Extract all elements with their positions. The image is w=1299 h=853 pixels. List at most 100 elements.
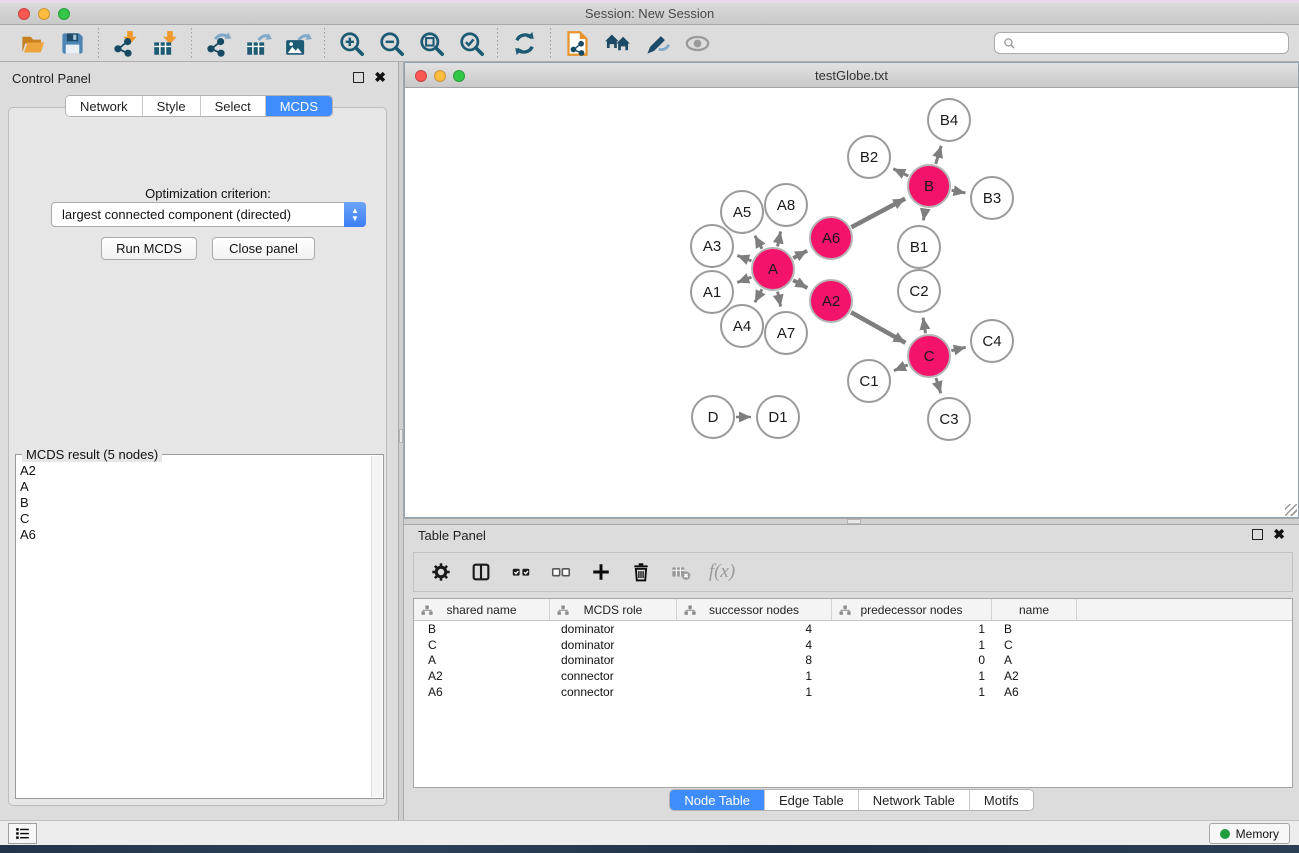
zoom-out-button[interactable] (371, 27, 411, 59)
edge-B-B1[interactable] (923, 209, 925, 221)
table-settings-button[interactable] (424, 556, 458, 588)
node-label-A8: A8 (777, 197, 795, 214)
control-panel-title: Control Panel (12, 71, 91, 86)
export-network-button[interactable] (198, 27, 238, 59)
open-folder-icon (19, 30, 46, 57)
column-visibility-button[interactable] (464, 556, 498, 588)
tab-edge-table[interactable]: Edge Table (765, 790, 859, 810)
edge-A-A8[interactable] (778, 231, 781, 246)
search-input[interactable] (1022, 36, 1280, 50)
function-builder-button: f(x) (704, 556, 738, 588)
zoom-fit-button[interactable] (411, 27, 451, 59)
network-file-icon (564, 30, 591, 57)
edge-C-C1[interactable] (894, 365, 908, 371)
table-cell: 1 (677, 669, 832, 683)
criterion-dropdown[interactable]: largest connected component (directed) ▲… (51, 202, 366, 227)
table-cell: C (414, 638, 550, 652)
result-scrollbar[interactable] (371, 456, 382, 797)
close-panel-icon[interactable]: ✖ (374, 72, 386, 83)
edge-A-A7[interactable] (778, 292, 781, 307)
control-panel: Control Panel ✖ NetworkStyleSelectMCDS O… (0, 62, 398, 820)
table-row[interactable]: A2connector11A2 (414, 668, 1292, 684)
table-row[interactable]: Cdominator41C (414, 637, 1292, 653)
network-window-titlebar[interactable]: testGlobe.txt (405, 63, 1298, 88)
close-table-panel-icon[interactable]: ✖ (1273, 529, 1285, 540)
column-header-successor-nodes[interactable]: successor nodes (677, 599, 832, 620)
result-item[interactable]: A2 (20, 463, 369, 479)
task-history-button[interactable] (8, 823, 37, 844)
deselect-all-button[interactable] (544, 556, 578, 588)
memory-label: Memory (1236, 827, 1279, 841)
node-label-D1: D1 (768, 409, 787, 426)
delete-column-button[interactable] (624, 556, 658, 588)
search-box[interactable] (994, 32, 1289, 54)
tab-network-table[interactable]: Network Table (859, 790, 970, 810)
show-hide-graphics-button[interactable] (677, 27, 717, 59)
column-header-label: MCDS role (584, 603, 643, 617)
edge-A-A2[interactable] (793, 280, 807, 288)
horizontal-split-divider[interactable] (404, 518, 1299, 525)
plus-icon (590, 561, 612, 583)
edge-B-B3[interactable] (952, 190, 966, 193)
optimization-criterion-label: Optimization criterion: (9, 186, 407, 201)
column-header-MCDS-role[interactable]: MCDS role (550, 599, 677, 620)
edge-A-A1[interactable] (737, 277, 751, 282)
table-cell: dominator (550, 653, 677, 667)
refresh-view-button[interactable] (504, 27, 544, 59)
window-resize-grip[interactable] (1285, 504, 1297, 516)
tab-mcds[interactable]: MCDS (266, 96, 332, 116)
show-hide-annotations-button[interactable] (637, 27, 677, 59)
close-panel-button[interactable]: Close panel (212, 237, 315, 260)
result-item[interactable]: C (20, 511, 369, 527)
table-toolbar: f(x) (413, 552, 1293, 592)
column-header-shared-name[interactable]: shared name (414, 599, 550, 620)
table-cell: 1 (677, 685, 832, 699)
network-from-file-button[interactable] (557, 27, 597, 59)
node-label-C2: C2 (909, 283, 928, 300)
create-column-button[interactable] (584, 556, 618, 588)
network-canvas[interactable]: B4B2BB3A8A5A6A3B1AC2A1A2A4A7C4CC1C3DD1 (405, 88, 1298, 517)
memory-button[interactable]: Memory (1209, 823, 1290, 844)
edge-B-B2[interactable] (893, 169, 908, 176)
edge-C-C4[interactable] (951, 347, 965, 350)
save-session-button[interactable] (52, 27, 92, 59)
tab-network[interactable]: Network (66, 96, 143, 116)
table-row[interactable]: A6connector11A6 (414, 684, 1292, 700)
float-table-panel-icon[interactable] (1252, 529, 1263, 540)
export-image-button[interactable] (278, 27, 318, 59)
table-cell: 0 (832, 653, 992, 667)
edge-A-A6[interactable] (793, 251, 807, 258)
open-session-button[interactable] (12, 27, 52, 59)
edge-A-A5[interactable] (755, 236, 762, 249)
tab-style[interactable]: Style (143, 96, 201, 116)
table-row[interactable]: Adominator80A (414, 653, 1292, 669)
edge-A-A4[interactable] (755, 289, 762, 302)
import-table-button[interactable] (145, 27, 185, 59)
tab-motifs[interactable]: Motifs (970, 790, 1033, 810)
table-body: Bdominator41BCdominator41CAdominator80AA… (414, 621, 1292, 700)
result-item[interactable]: B (20, 495, 369, 511)
table-row[interactable]: Bdominator41B (414, 621, 1292, 637)
export-table-button[interactable] (238, 27, 278, 59)
node-label-A7: A7 (777, 325, 795, 342)
float-panel-icon[interactable] (353, 72, 364, 83)
select-all-button[interactable] (504, 556, 538, 588)
edge-C-C3[interactable] (936, 378, 941, 393)
zoom-selected-button[interactable] (451, 27, 491, 59)
edge-A6-B[interactable] (851, 199, 905, 228)
run-mcds-button[interactable]: Run MCDS (101, 237, 197, 260)
result-item[interactable]: A (20, 479, 369, 495)
edge-C-C2[interactable] (923, 318, 925, 334)
edge-B-B4[interactable] (936, 146, 941, 164)
network-window-title: testGlobe.txt (405, 68, 1298, 83)
result-item[interactable]: A6 (20, 527, 369, 543)
tab-select[interactable]: Select (201, 96, 266, 116)
destroy-network-button[interactable] (597, 27, 637, 59)
column-header-name[interactable]: name (992, 599, 1077, 620)
edge-A-A3[interactable] (737, 256, 751, 261)
import-network-button[interactable] (105, 27, 145, 59)
column-header-predecessor-nodes[interactable]: predecessor nodes (832, 599, 992, 620)
tab-node-table[interactable]: Node Table (670, 790, 765, 810)
edge-A2-C[interactable] (851, 312, 905, 343)
zoom-in-button[interactable] (331, 27, 371, 59)
